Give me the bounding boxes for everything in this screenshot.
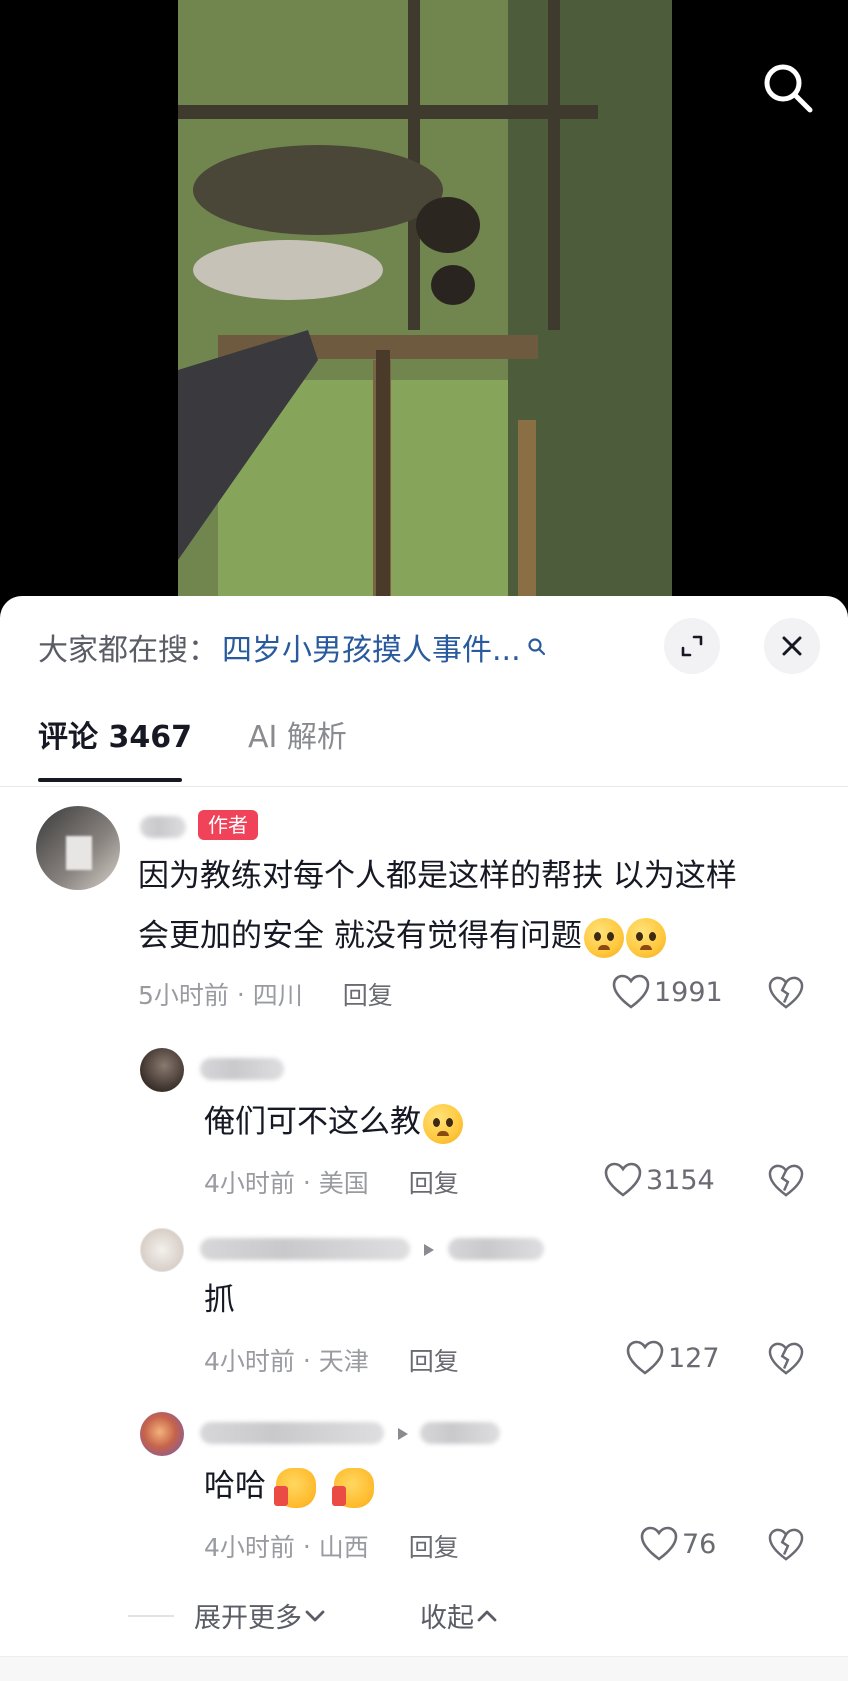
like-button[interactable]: 1991 — [612, 974, 723, 1010]
like-button[interactable]: 76 — [640, 1526, 716, 1562]
collapse-label: 收起 — [420, 1603, 474, 1634]
dislike-button[interactable] — [768, 976, 804, 1014]
reply-username-blurred[interactable] — [200, 1058, 284, 1080]
reply-username-blurred[interactable] — [200, 1422, 384, 1444]
reply-to-arrow-icon — [424, 1244, 434, 1256]
reply-meta: 4小时前 · 天津 回复 — [204, 1342, 459, 1378]
crying-emoji — [423, 1103, 463, 1144]
reply-avatar[interactable] — [140, 1228, 184, 1272]
search-small-icon — [528, 638, 545, 656]
reply-text: 哈哈 — [204, 1456, 374, 1516]
meta-separator: · — [294, 1167, 319, 1197]
reply-time: 4小时前 — [204, 1533, 295, 1562]
heart-icon — [640, 1526, 678, 1561]
search-icon — [764, 64, 813, 113]
comment-text-line2-content: 会更加的安全 就没有觉得有问题 — [138, 918, 582, 954]
meta-separator: · — [294, 1531, 319, 1561]
reply-button[interactable]: 回复 — [409, 1164, 459, 1200]
like-button[interactable]: 127 — [626, 1340, 720, 1376]
broken-heart-icon — [768, 1528, 804, 1561]
reply-avatar[interactable] — [140, 1412, 184, 1456]
trending-query-link[interactable]: 四岁小男孩摸人事件... — [222, 625, 521, 669]
heart-icon — [626, 1340, 664, 1375]
replied-to-username-blurred[interactable] — [420, 1422, 500, 1444]
reply-to-arrow-icon — [398, 1428, 408, 1440]
dislike-button[interactable] — [768, 1164, 804, 1202]
reply-username-blurred[interactable] — [200, 1238, 410, 1260]
author-badge: 作者 — [198, 810, 258, 840]
author-username-blurred[interactable] — [140, 816, 186, 838]
chevron-down-icon — [305, 1610, 325, 1621]
heart-icon — [612, 974, 650, 1009]
collapse-button[interactable]: 收起 — [420, 1596, 500, 1635]
like-count: 1991 — [654, 976, 723, 1008]
reply-location: 美国 — [318, 1169, 369, 1198]
replied-to-username-blurred[interactable] — [448, 1238, 544, 1260]
meta-separator: · — [294, 1345, 319, 1375]
expand-more-button[interactable]: 展开更多 — [194, 1596, 328, 1635]
reply-time: 4小时前 — [204, 1347, 295, 1376]
comment-time: 5小时前 — [138, 981, 229, 1010]
tab-comments[interactable]: 评论 3467 — [38, 712, 192, 756]
tab-ai-analysis[interactable]: AI 解析 — [248, 712, 347, 756]
video-frame[interactable] — [178, 0, 672, 600]
broken-heart-icon — [768, 1342, 804, 1375]
heart-icon — [604, 1162, 642, 1197]
bottom-input-bar[interactable] — [0, 1656, 848, 1681]
video-player[interactable] — [0, 0, 848, 600]
expand-more-label: 展开更多 — [194, 1603, 302, 1634]
reply-text: 俺们可不这么教 — [204, 1092, 463, 1152]
search-button[interactable] — [758, 58, 818, 118]
reply-text-content: 哈哈 — [204, 1468, 266, 1504]
pleading-emoji — [625, 917, 666, 958]
divider — [0, 786, 848, 787]
reply-avatar[interactable] — [140, 1048, 184, 1092]
comment-text-line1: 因为教练对每个人都是这样的帮扶 以为这样 — [138, 858, 737, 894]
pleading-emoji — [583, 917, 624, 958]
video-scene-image — [178, 0, 672, 600]
trending-search-bar[interactable]: 大家都在搜： 四岁小男孩摸人事件... — [38, 622, 547, 672]
comment-text: 因为教练对每个人都是这样的帮扶 以为这样 会更加的安全 就没有觉得有问题 — [138, 846, 818, 966]
dislike-button[interactable] — [768, 1528, 804, 1566]
like-button[interactable]: 3154 — [604, 1162, 715, 1198]
reply-button[interactable]: 回复 — [343, 976, 393, 1012]
close-icon — [782, 636, 802, 656]
comment-location: 四川 — [252, 981, 303, 1010]
reply-location: 山西 — [318, 1533, 369, 1562]
expand-button[interactable] — [664, 618, 720, 674]
reply-location: 天津 — [318, 1347, 369, 1376]
reply-text-content: 俺们可不这么教 — [204, 1104, 421, 1140]
comment-tabs: 评论 3467 AI 解析 — [38, 704, 347, 764]
active-tab-indicator — [38, 778, 182, 782]
thread-line — [128, 1615, 174, 1617]
reply-button[interactable]: 回复 — [409, 1342, 459, 1378]
reply-text-content: 抓 — [204, 1282, 235, 1318]
broken-heart-icon — [768, 976, 804, 1009]
reply-text: 抓 — [204, 1270, 235, 1330]
thumbs-up-emoji — [332, 1467, 374, 1508]
reply-time: 4小时前 — [204, 1169, 295, 1198]
like-count: 3154 — [646, 1164, 715, 1196]
close-button[interactable] — [764, 618, 820, 674]
chevron-up-icon — [477, 1610, 497, 1621]
expand-icon — [681, 635, 703, 657]
dislike-button[interactable] — [768, 1342, 804, 1380]
reply-meta: 4小时前 · 美国 回复 — [204, 1164, 459, 1200]
comment-text-line2: 会更加的安全 就没有觉得有问题 — [138, 906, 818, 966]
like-count: 127 — [668, 1342, 720, 1374]
comment-meta: 5小时前 · 四川 回复 — [138, 976, 393, 1012]
meta-separator: · — [228, 979, 253, 1009]
broken-heart-icon — [768, 1164, 804, 1197]
comment-sheet: 大家都在搜： 四岁小男孩摸人事件... 评论 3467 AI 解析 作者 因为教… — [0, 596, 848, 1681]
trending-prefix: 大家都在搜： — [38, 633, 218, 668]
like-count: 76 — [682, 1528, 717, 1560]
thumbs-up-emoji — [274, 1467, 316, 1508]
reply-button[interactable]: 回复 — [409, 1528, 459, 1564]
reply-meta: 4小时前 · 山西 回复 — [204, 1528, 459, 1564]
author-avatar[interactable] — [36, 806, 120, 890]
